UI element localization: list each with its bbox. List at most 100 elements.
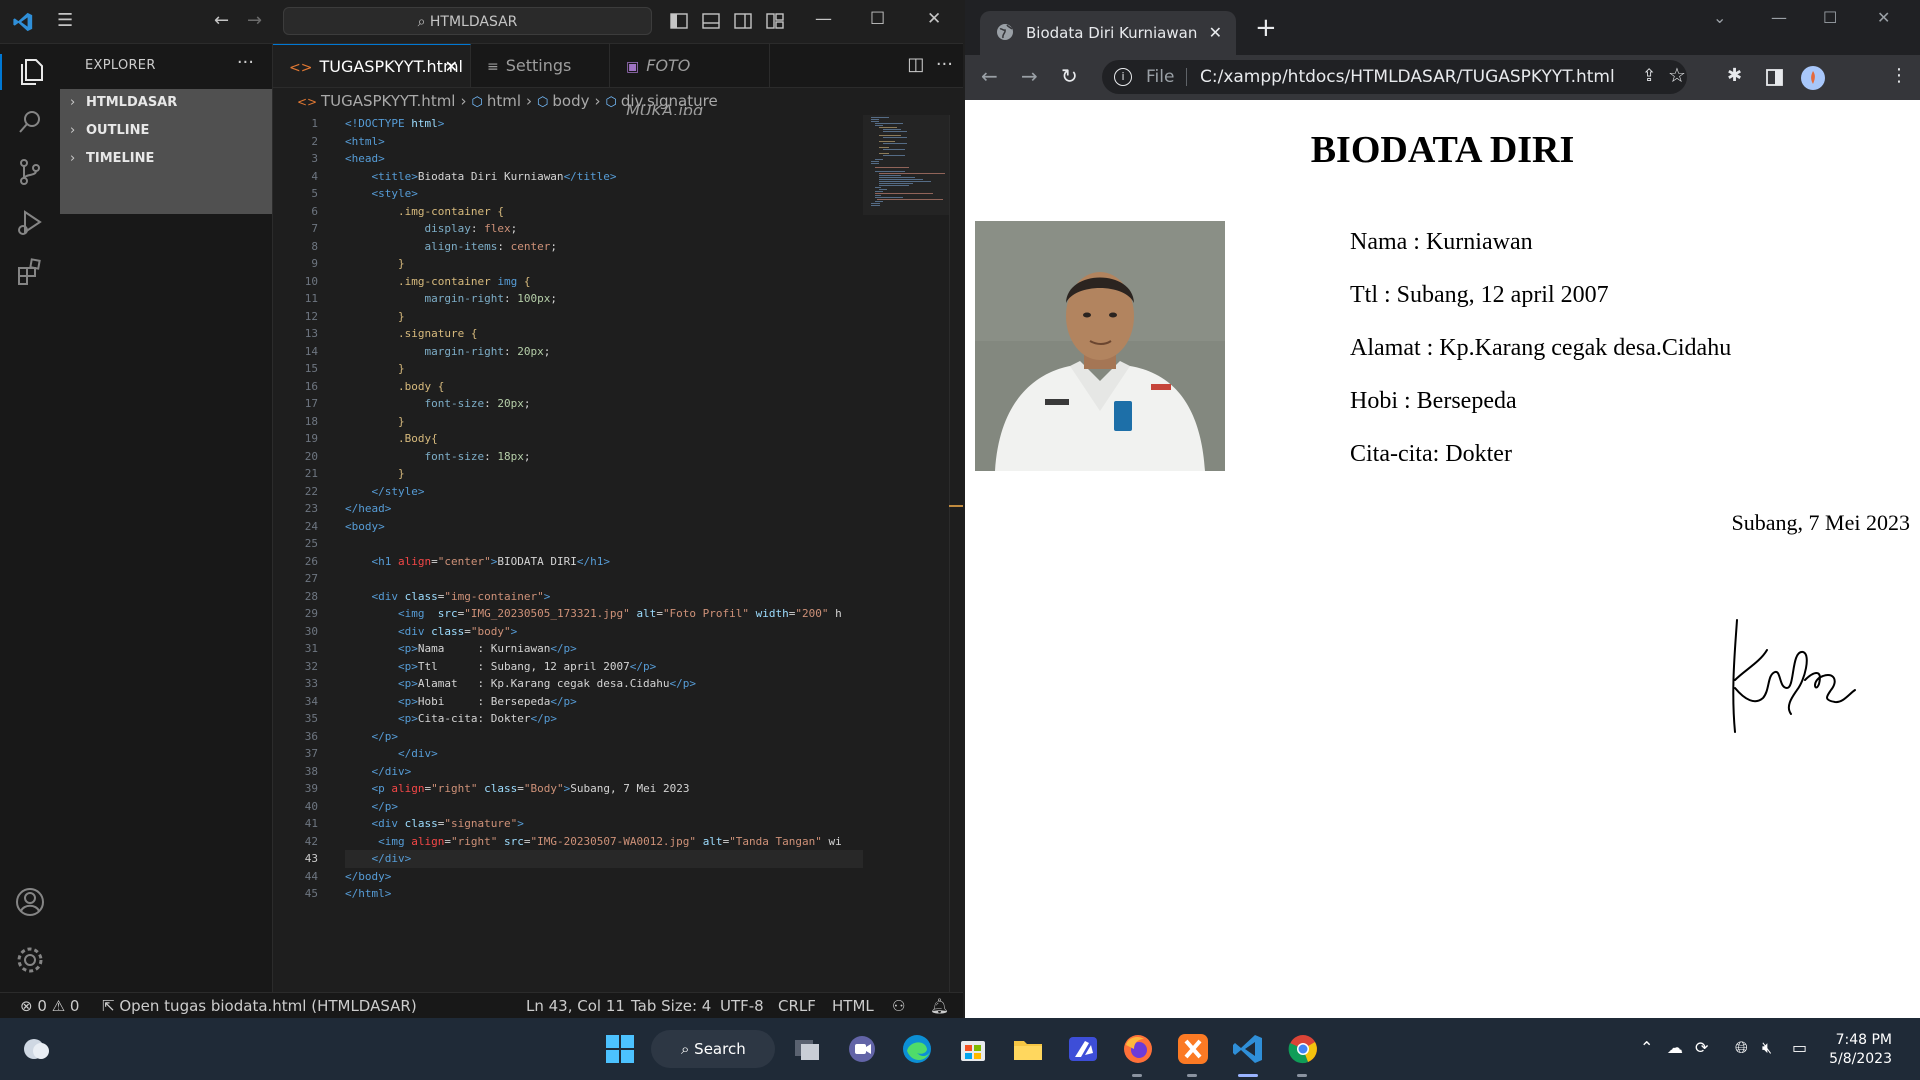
language-globe-icon[interactable]: 🌐︎ bbox=[1735, 1038, 1748, 1058]
task-view-icon[interactable] bbox=[789, 1031, 825, 1067]
bookmark-star-icon[interactable]: ☆ bbox=[1668, 63, 1686, 87]
tab-settings[interactable]: ≡ Settings bbox=[471, 44, 610, 87]
tab-search-chevron-icon[interactable]: ⌄ bbox=[1713, 8, 1726, 27]
code-line[interactable]: <p>Nama : Kurniawan</p> bbox=[345, 640, 863, 658]
back-arrow-icon[interactable]: ← bbox=[214, 10, 229, 31]
back-arrow-icon[interactable]: ← bbox=[981, 64, 998, 88]
toggle-secondary-sidebar-icon[interactable] bbox=[734, 12, 752, 30]
code-line[interactable]: <p align="right" class="Body">Subang, 7 … bbox=[345, 780, 863, 798]
toggle-sidebar-icon[interactable] bbox=[670, 12, 688, 30]
system-clock[interactable]: 7:48 PM 5/8/2023 bbox=[1829, 1031, 1892, 1069]
battery-icon[interactable]: ▭ bbox=[1792, 1038, 1807, 1057]
code-line[interactable]: .signature { bbox=[345, 325, 863, 343]
code-line[interactable]: .img-container img { bbox=[345, 273, 863, 291]
explorer-icon[interactable] bbox=[0, 54, 60, 90]
code-line[interactable]: </head> bbox=[345, 500, 863, 518]
chrome-menu-icon[interactable]: ⋮ bbox=[1890, 65, 1908, 86]
editor-scrollbar[interactable] bbox=[949, 115, 963, 992]
code-line[interactable]: <div class="signature"> bbox=[345, 815, 863, 833]
weather-icon[interactable] bbox=[20, 1034, 52, 1064]
toggle-panel-icon[interactable] bbox=[702, 12, 720, 30]
forward-arrow-icon[interactable]: → bbox=[1021, 64, 1038, 88]
code-line[interactable]: } bbox=[345, 255, 863, 273]
language-mode[interactable]: HTML bbox=[832, 993, 874, 1018]
profile-avatar[interactable] bbox=[1800, 65, 1826, 91]
code-line[interactable]: </p> bbox=[345, 798, 863, 816]
notifications-bell-icon[interactable]: 🔔︎ bbox=[930, 993, 949, 1018]
code-line[interactable]: <img align="right" src="IMG-20230507-WA0… bbox=[345, 833, 863, 851]
problems-indicator[interactable]: ⊗ 0 ⚠ 0 bbox=[20, 993, 79, 1018]
file-explorer-icon[interactable] bbox=[1010, 1031, 1046, 1067]
breadcrumb-body[interactable]: body bbox=[552, 92, 589, 110]
url-text[interactable]: C:/xampp/htdocs/HTMLDASAR/TUGASPKYYT.htm… bbox=[1200, 60, 1615, 94]
code-line[interactable]: } bbox=[345, 360, 863, 378]
account-icon[interactable] bbox=[12, 884, 48, 920]
teams-chat-icon[interactable] bbox=[844, 1031, 880, 1067]
extensions-puzzle-icon[interactable]: ✱ bbox=[1727, 65, 1742, 86]
code-line[interactable]: <h1 align="center">BIODATA DIRI</h1> bbox=[345, 553, 863, 571]
app-pen-icon[interactable] bbox=[1065, 1031, 1101, 1067]
code-lines[interactable]: <!DOCTYPE html> <html> <head> <title>Bioda… bbox=[345, 115, 863, 903]
code-line[interactable] bbox=[345, 535, 863, 553]
code-editor[interactable]: 1 2 3 4 5 6 7 8 9 10 11 12 13 14 15 16 17 18 19 20 21 22 23 24 2… bbox=[273, 115, 863, 992]
section-outline[interactable]: › OUTLINE bbox=[60, 117, 272, 145]
close-icon[interactable]: ✕ bbox=[1877, 8, 1890, 27]
maximize-icon[interactable]: ☐ bbox=[1823, 8, 1837, 27]
code-line[interactable]: <p>Ttl : Subang, 12 april 2007</p> bbox=[345, 658, 863, 676]
onedrive-cloud-icon[interactable]: ☁ bbox=[1667, 1038, 1683, 1057]
manage-gear-icon[interactable] bbox=[12, 942, 48, 978]
code-line[interactable]: <p>Hobi : Bersepeda</p> bbox=[345, 693, 863, 711]
code-line[interactable]: margin-right: 100px; bbox=[345, 290, 863, 308]
section-workspace[interactable]: › HTMLDASAR bbox=[60, 89, 272, 117]
minimize-icon[interactable]: — bbox=[815, 9, 832, 29]
extensions-icon[interactable] bbox=[12, 254, 48, 290]
close-tab-icon[interactable]: ✕ bbox=[445, 45, 458, 88]
code-line[interactable]: </p> bbox=[345, 728, 863, 746]
xampp-icon[interactable] bbox=[1175, 1031, 1211, 1067]
source-control-icon[interactable] bbox=[12, 154, 48, 190]
code-line[interactable]: </div> bbox=[345, 850, 863, 868]
code-line[interactable]: </div> bbox=[345, 763, 863, 781]
code-line[interactable]: font-size: 20px; bbox=[345, 395, 863, 413]
sync-icon[interactable]: ⟳ bbox=[1695, 1038, 1708, 1057]
more-actions-icon[interactable]: ··· bbox=[936, 54, 953, 75]
section-timeline[interactable]: › TIMELINE bbox=[60, 145, 272, 173]
code-line[interactable]: <head> bbox=[345, 150, 863, 168]
code-line[interactable]: } bbox=[345, 413, 863, 431]
run-debug-icon[interactable] bbox=[12, 204, 48, 240]
vscode-taskbar-icon[interactable] bbox=[1230, 1031, 1266, 1067]
search-icon[interactable] bbox=[12, 104, 48, 140]
code-line[interactable]: .img-container { bbox=[345, 203, 863, 221]
breadcrumb-html[interactable]: html bbox=[487, 92, 521, 110]
tab-tugaspkyyt-html[interactable]: <> TUGASPKYYT.html ✕ bbox=[273, 44, 471, 87]
close-icon[interactable]: ✕ bbox=[927, 9, 941, 29]
reload-icon[interactable]: ↻ bbox=[1061, 64, 1078, 88]
code-line[interactable]: .body { bbox=[345, 378, 863, 396]
edge-icon[interactable] bbox=[899, 1031, 935, 1067]
feedback-icon[interactable]: ⚇ bbox=[892, 993, 905, 1018]
code-line[interactable]: <body> bbox=[345, 518, 863, 536]
volume-muted-icon[interactable]: 🔇︎ bbox=[1762, 1038, 1772, 1058]
share-icon[interactable]: ⇪ bbox=[1642, 66, 1656, 86]
close-tab-icon[interactable]: ✕ bbox=[1209, 11, 1222, 55]
code-line[interactable]: <p>Alamat : Kp.Karang cegak desa.Cidahu<… bbox=[345, 675, 863, 693]
customize-layout-icon[interactable] bbox=[766, 12, 784, 30]
code-line[interactable]: </div> bbox=[345, 745, 863, 763]
maximize-icon[interactable]: ☐ bbox=[870, 9, 885, 29]
code-line[interactable]: <p>Cita-cita: Dokter</p> bbox=[345, 710, 863, 728]
code-line[interactable]: </html> bbox=[345, 885, 863, 903]
code-line[interactable]: <html> bbox=[345, 133, 863, 151]
code-line[interactable]: display: flex; bbox=[345, 220, 863, 238]
code-line[interactable]: <!DOCTYPE html> bbox=[345, 115, 863, 133]
code-line[interactable]: </style> bbox=[345, 483, 863, 501]
cursor-position[interactable]: Ln 43, Col 11 bbox=[526, 993, 625, 1018]
taskbar-search[interactable]: ⌕ Search bbox=[651, 1030, 775, 1068]
show-hidden-icons-chevron-icon[interactable]: ⌃ bbox=[1640, 1038, 1653, 1057]
code-line[interactable]: <title>Biodata Diri Kurniawan</title> bbox=[345, 168, 863, 186]
encoding[interactable]: UTF-8 bbox=[720, 993, 764, 1018]
code-line[interactable]: <div class="body"> bbox=[345, 623, 863, 641]
side-panel-icon[interactable] bbox=[1766, 69, 1783, 86]
tab-foto-muka[interactable]: ▣ FOTO MUKA.jpg bbox=[610, 44, 770, 120]
minimap[interactable] bbox=[863, 115, 949, 215]
browser-tab[interactable]: Biodata Diri Kurniawan ✕ bbox=[980, 11, 1236, 55]
